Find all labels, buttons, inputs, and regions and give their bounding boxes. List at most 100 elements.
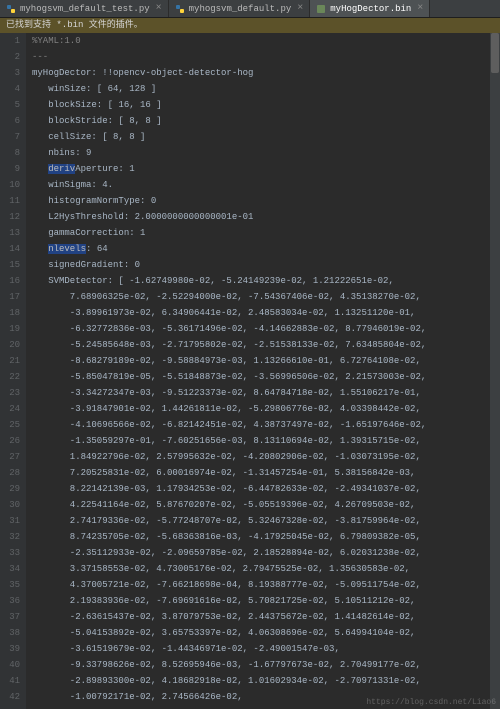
line-number: 33	[0, 545, 20, 561]
code-line: -5.24585648e-03, -2.71795802e-02, -2.515…	[32, 337, 500, 353]
code-line: ---	[32, 49, 500, 65]
bin-file-icon	[316, 4, 326, 14]
line-number: 38	[0, 625, 20, 641]
line-number: 34	[0, 561, 20, 577]
line-number: 12	[0, 209, 20, 225]
line-number: 23	[0, 385, 20, 401]
line-number: 41	[0, 673, 20, 689]
line-number: 42	[0, 689, 20, 705]
code-line: -5.85047819e-05, -5.51848873e-02, -3.569…	[32, 369, 500, 385]
line-number: 36	[0, 593, 20, 609]
line-number: 13	[0, 225, 20, 241]
code-line: 7.68906325e-02, -2.52294000e-02, -7.5436…	[32, 289, 500, 305]
line-number: 15	[0, 257, 20, 273]
tab-bar: myhogsvm_default_test.py×myhogsvm_defaul…	[0, 0, 500, 18]
line-number: 11	[0, 193, 20, 209]
code-line: 4.22541164e-02, 5.87670207e-02, -5.05519…	[32, 497, 500, 513]
close-icon[interactable]: ×	[417, 3, 423, 14]
code-line: -8.68279189e-02, -9.58884973e-03, 1.1326…	[32, 353, 500, 369]
code-line: -4.10696566e-02, -6.82142451e-02, 4.3873…	[32, 417, 500, 433]
code-line: -1.00792171e-02, 2.74566426e-02,	[32, 689, 500, 705]
code-line: 4.37005721e-02, -7.66218698e-04, 8.19388…	[32, 577, 500, 593]
line-number: 7	[0, 129, 20, 145]
line-number: 14	[0, 241, 20, 257]
code-line: -1.35059297e-01, -7.60251656e-03, 8.1311…	[32, 433, 500, 449]
line-number: 21	[0, 353, 20, 369]
line-number: 28	[0, 465, 20, 481]
code-line: winSize: [ 64, 128 ]	[32, 81, 500, 97]
code-line: histogramNormType: 0	[32, 193, 500, 209]
code-line: -2.35112933e-02, -2.09659785e-02, 2.1852…	[32, 545, 500, 561]
code-line: 7.20525831e-02, 6.00016974e-02, -1.31457…	[32, 465, 500, 481]
close-icon[interactable]: ×	[297, 3, 303, 14]
line-number: 16	[0, 273, 20, 289]
tab-label: myHogDector.bin	[330, 4, 411, 14]
code-line: derivAperture: 1	[32, 161, 500, 177]
line-number: 40	[0, 657, 20, 673]
scrollbar-thumb[interactable]	[491, 33, 499, 73]
line-number: 10	[0, 177, 20, 193]
line-number: 31	[0, 513, 20, 529]
tab-myHogDector-bin[interactable]: myHogDector.bin ×	[310, 0, 430, 17]
line-number: 32	[0, 529, 20, 545]
line-number: 8	[0, 145, 20, 161]
code-line: -5.04153892e-02, 3.65753397e-02, 4.06308…	[32, 625, 500, 641]
code-line: blockStride: [ 8, 8 ]	[32, 113, 500, 129]
line-number: 2	[0, 49, 20, 65]
py-file-icon	[6, 4, 16, 14]
vertical-scrollbar[interactable]	[490, 33, 500, 709]
code-line: 2.19383936e-02, -7.69691616e-02, 5.70821…	[32, 593, 500, 609]
code-line: 8.22142139e-03, 1.17934253e-02, -6.44782…	[32, 481, 500, 497]
line-number: 1	[0, 33, 20, 49]
tab-myhogsvm-default-test-py[interactable]: myhogsvm_default_test.py ×	[0, 0, 169, 17]
code-line: -9.33798626e-02, 8.52695946e-03, -1.6779…	[32, 657, 500, 673]
line-number: 5	[0, 97, 20, 113]
py-file-icon	[175, 4, 185, 14]
line-number: 37	[0, 609, 20, 625]
code-line: winSigma: 4.	[32, 177, 500, 193]
line-number: 35	[0, 577, 20, 593]
line-number: 24	[0, 401, 20, 417]
line-number: 6	[0, 113, 20, 129]
tab-label: myhogsvm_default_test.py	[20, 4, 150, 14]
line-number: 18	[0, 305, 20, 321]
line-number: 39	[0, 641, 20, 657]
code-line: -6.32772836e-03, -5.36171496e-02, -4.146…	[32, 321, 500, 337]
code-line: nlevels: 64	[32, 241, 500, 257]
line-number: 17	[0, 289, 20, 305]
code-line: -3.91847901e-02, 1.44261811e-02, -5.2980…	[32, 401, 500, 417]
line-number: 22	[0, 369, 20, 385]
code-line: -2.63615437e-02, 3.87079753e-02, 2.44375…	[32, 609, 500, 625]
line-gutter: 1234567891011121314151617181920212223242…	[0, 33, 26, 709]
line-number: 20	[0, 337, 20, 353]
line-number: 9	[0, 161, 20, 177]
line-number: 26	[0, 433, 20, 449]
code-line: blockSize: [ 16, 16 ]	[32, 97, 500, 113]
tab-label: myhogsvm_default.py	[189, 4, 292, 14]
line-number: 30	[0, 497, 20, 513]
line-number: 3	[0, 65, 20, 81]
code-line: gammaCorrection: 1	[32, 225, 500, 241]
line-number: 4	[0, 81, 20, 97]
code-content[interactable]: %YAML:1.0---myHogDector: !!opencv-object…	[26, 33, 500, 709]
code-line: 8.74235705e-02, -5.68363816e-03, -4.1792…	[32, 529, 500, 545]
code-line: L2HysThreshold: 2.0000000000000001e-01	[32, 209, 500, 225]
code-line: -2.89893300e-02, 4.18682918e-02, 1.01602…	[32, 673, 500, 689]
code-line: %YAML:1.0	[32, 33, 500, 49]
tab-myhogsvm-default-py[interactable]: myhogsvm_default.py ×	[169, 0, 311, 17]
line-number: 29	[0, 481, 20, 497]
code-line: 1.84922796e-02, 2.57995632e-02, -4.20802…	[32, 449, 500, 465]
code-line: myHogDector: !!opencv-object-detector-ho…	[32, 65, 500, 81]
code-line: 3.37158553e-02, 4.73005176e-02, 2.794755…	[32, 561, 500, 577]
code-line: SVMDetector: [ -1.62749980e-02, -5.24149…	[32, 273, 500, 289]
code-line: nbins: 9	[32, 145, 500, 161]
close-icon[interactable]: ×	[156, 3, 162, 14]
code-line: 2.74179336e-02, -5.77248707e-02, 5.32467…	[32, 513, 500, 529]
code-line: cellSize: [ 8, 8 ]	[32, 129, 500, 145]
plugin-notice[interactable]: 已找到支持 *.bin 文件的插件。	[0, 18, 500, 33]
editor-area: 1234567891011121314151617181920212223242…	[0, 33, 500, 709]
line-number: 25	[0, 417, 20, 433]
line-number: 19	[0, 321, 20, 337]
code-line: -3.61519679e-02, -1.44346971e-02, -2.490…	[32, 641, 500, 657]
code-line: -3.89961973e-02, 6.34906441e-02, 2.48583…	[32, 305, 500, 321]
